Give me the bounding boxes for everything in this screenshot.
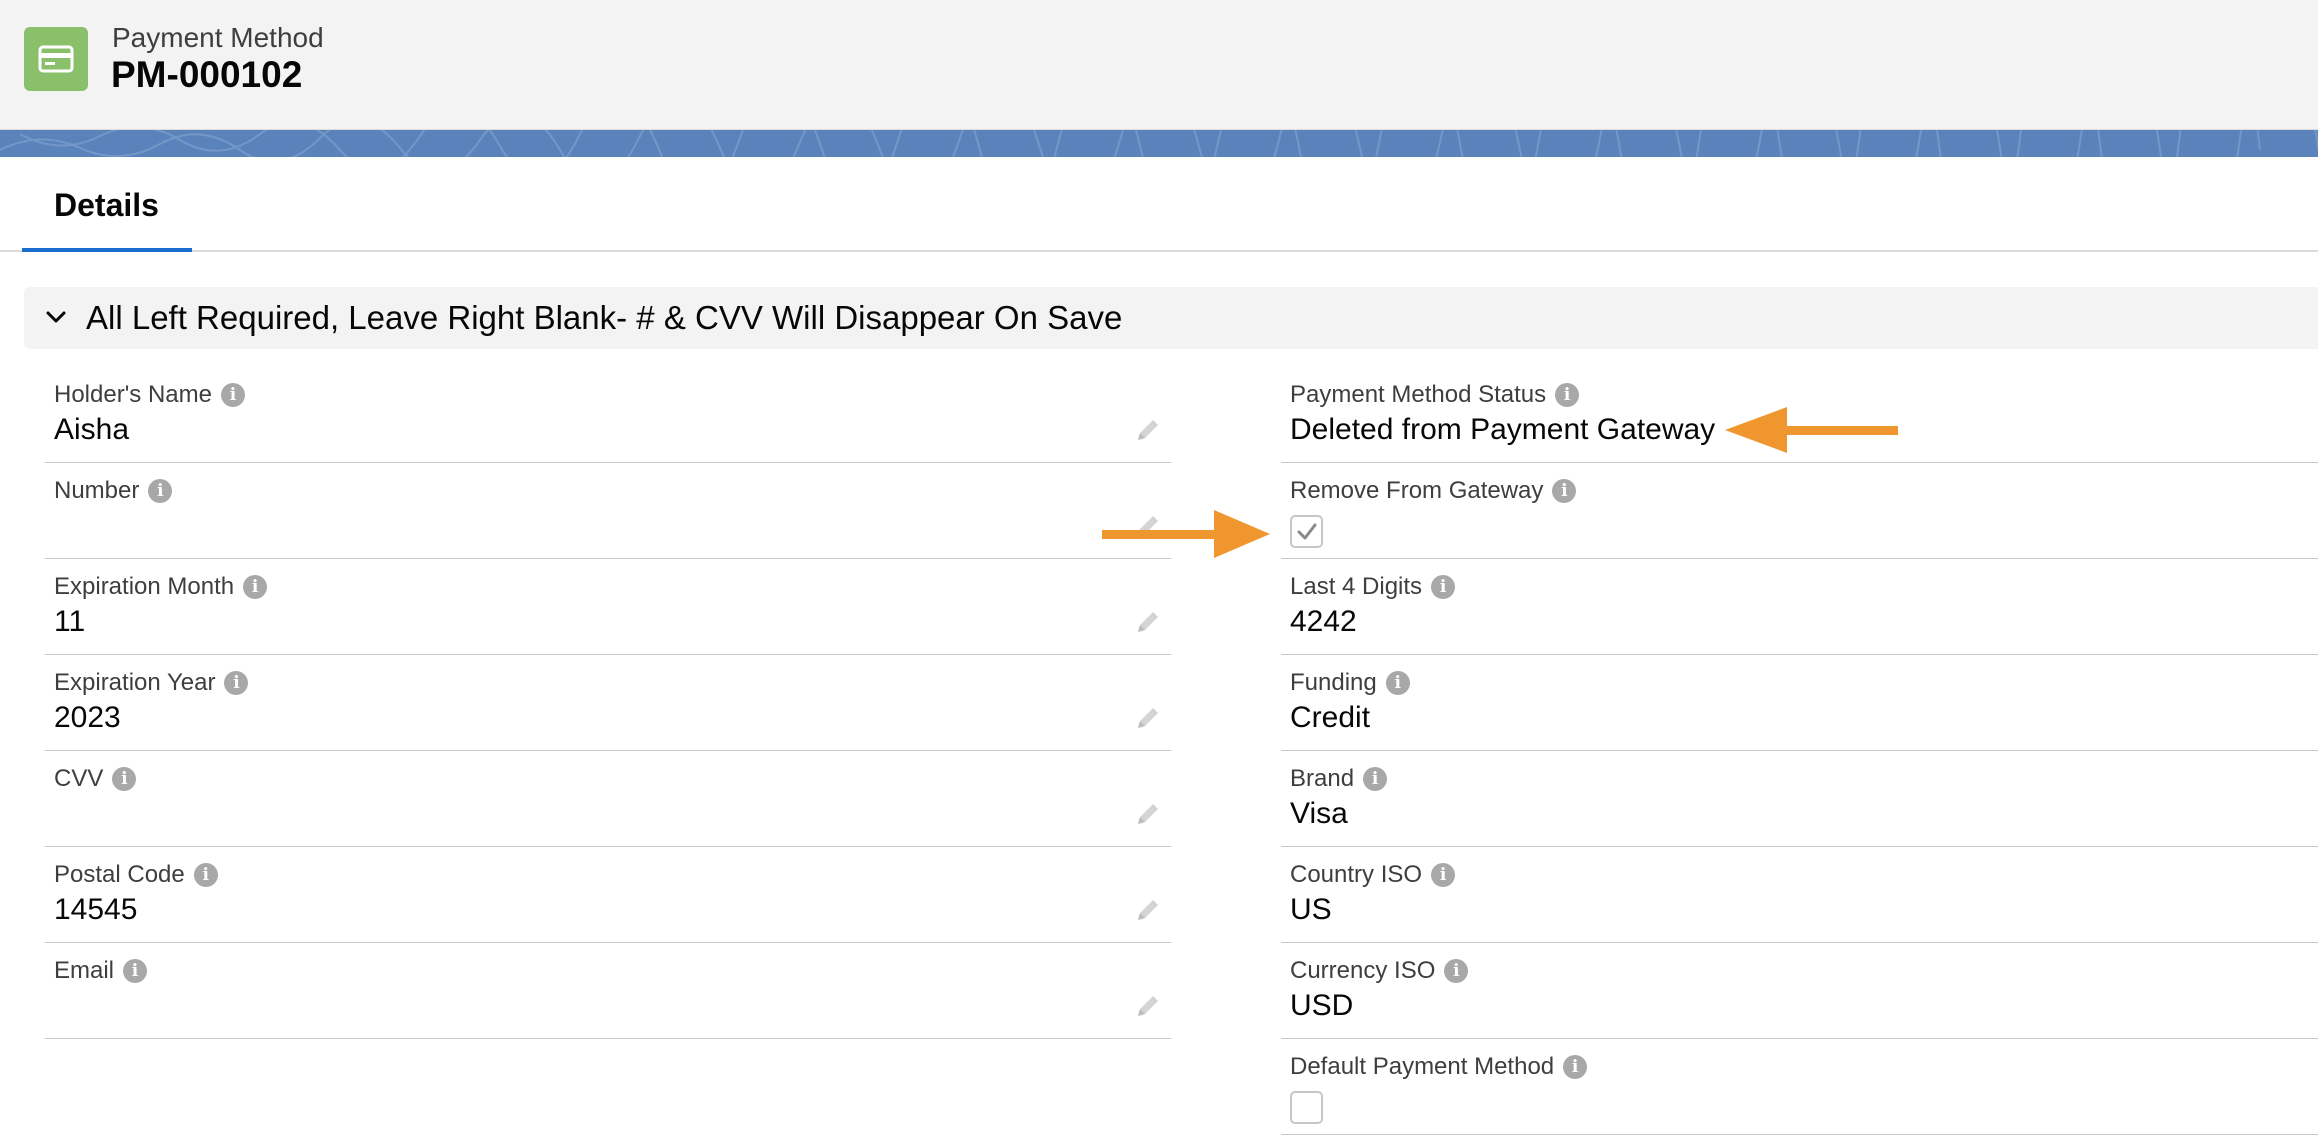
record-header: Payment Method PM-000102: [0, 0, 2318, 130]
field-label: Currency ISO: [1290, 957, 1436, 984]
credit-card-icon: [24, 27, 88, 91]
info-icon[interactable]: i: [1444, 959, 1469, 983]
field-value: US: [1290, 893, 1332, 926]
field-expiration-year: Expiration Year i 2023: [45, 655, 1171, 751]
field-label: Payment Method Status: [1290, 381, 1547, 408]
section-title: All Left Required, Leave Right Blank- # …: [86, 299, 1123, 336]
field-expiration-month: Expiration Month i 11: [45, 559, 1171, 655]
field-label: CVV: [54, 765, 104, 792]
field-value: 2023: [54, 701, 121, 734]
field-last-4-digits: Last 4 Digits i 4242: [1281, 559, 2318, 655]
pencil-edit-icon[interactable]: [1135, 609, 1161, 635]
field-label: Expiration Year: [54, 669, 216, 696]
annotation-arrow-right-icon: [1102, 510, 1270, 558]
info-icon[interactable]: i: [1552, 479, 1577, 503]
field-value: USD: [1290, 989, 1354, 1022]
chevron-down-icon: [46, 311, 66, 323]
info-icon[interactable]: i: [1363, 767, 1388, 791]
field-number: Number i: [45, 463, 1171, 559]
info-icon[interactable]: i: [243, 575, 268, 599]
info-icon[interactable]: i: [1385, 671, 1410, 695]
field-label: Email: [54, 957, 115, 984]
field-value: 11: [54, 605, 86, 638]
info-icon[interactable]: i: [1563, 1055, 1588, 1079]
field-brand: Brand i Visa: [1281, 751, 2318, 847]
field-country-iso: Country ISO i US: [1281, 847, 2318, 943]
info-icon[interactable]: i: [1431, 575, 1456, 599]
field-label: Brand: [1290, 765, 1355, 792]
info-icon[interactable]: i: [123, 959, 148, 983]
field-value: 14545: [54, 893, 138, 926]
field-label: Postal Code: [54, 861, 185, 888]
field-value: Credit: [1290, 701, 1371, 734]
field-cvv: CVV i: [45, 751, 1171, 847]
field-postal-code: Postal Code i 14545: [45, 847, 1171, 943]
section-header[interactable]: All Left Required, Leave Right Blank- # …: [24, 287, 2318, 349]
field-holders-name: Holder's Name i Aisha: [45, 367, 1171, 463]
field-currency-iso: Currency ISO i USD: [1281, 943, 2318, 1039]
pencil-edit-icon[interactable]: [1135, 417, 1161, 443]
info-icon[interactable]: i: [224, 671, 249, 695]
checkmark-icon: [1297, 523, 1317, 540]
info-icon[interactable]: i: [112, 767, 137, 791]
field-funding: Funding i Credit: [1281, 655, 2318, 751]
field-label: Funding: [1290, 669, 1377, 696]
field-default-payment-method: Default Payment Method i: [1281, 1039, 2318, 1135]
field-remove-from-gateway: Remove From Gateway i: [1281, 463, 2318, 559]
field-label: Country ISO: [1290, 861, 1423, 888]
field-label: Number: [54, 477, 140, 504]
field-email: Email i: [45, 943, 1171, 1039]
info-icon[interactable]: i: [220, 383, 245, 407]
object-type-label: Payment Method: [112, 22, 324, 53]
pencil-edit-icon[interactable]: [1135, 801, 1161, 827]
info-icon[interactable]: i: [1431, 863, 1456, 887]
field-label: Default Payment Method: [1290, 1053, 1555, 1080]
field-label: Holder's Name: [54, 381, 212, 408]
tab-details[interactable]: Details: [22, 157, 192, 252]
decorative-banner: [0, 130, 2318, 157]
field-label: Expiration Month: [54, 573, 235, 600]
default-payment-method-checkbox[interactable]: [1290, 1091, 1323, 1124]
remove-from-gateway-checkbox[interactable]: [1290, 515, 1323, 548]
pencil-edit-icon[interactable]: [1135, 705, 1161, 731]
field-value: Aisha: [54, 413, 130, 446]
pencil-edit-icon[interactable]: [1135, 993, 1161, 1019]
info-icon[interactable]: i: [148, 479, 173, 503]
tab-bar: Details: [0, 157, 2318, 252]
field-value: Deleted from Payment Gateway: [1290, 413, 1716, 446]
record-title: PM-000102: [111, 54, 303, 95]
info-icon[interactable]: i: [193, 863, 218, 887]
field-label: Remove From Gateway: [1290, 477, 1544, 504]
tab-details-label: Details: [54, 187, 159, 223]
field-value: 4242: [1290, 605, 1357, 638]
info-icon[interactable]: i: [1555, 383, 1580, 407]
field-label: Last 4 Digits: [1290, 573, 1423, 600]
pencil-edit-icon[interactable]: [1135, 897, 1161, 923]
annotation-arrow-left-icon: [1725, 407, 1898, 453]
field-value: Visa: [1290, 797, 1348, 830]
